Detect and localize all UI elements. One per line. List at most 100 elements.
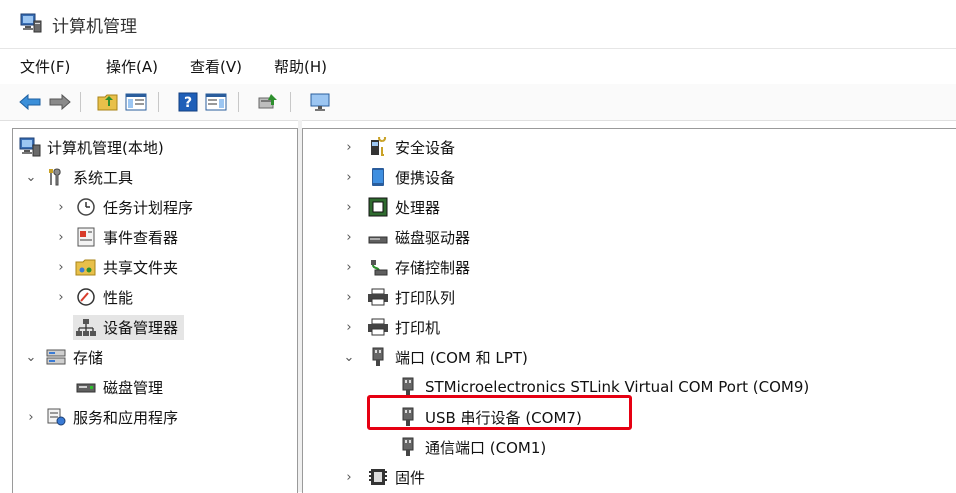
tree-item-performance[interactable]: › 性能 bbox=[53, 283, 133, 311]
folder-up-icon bbox=[97, 94, 118, 111]
tree-label: 系统工具 bbox=[73, 168, 134, 187]
tree-item-shared-folders[interactable]: › 共享文件夹 bbox=[53, 253, 178, 281]
port-icon bbox=[402, 377, 414, 396]
device-label: 存储控制器 bbox=[395, 258, 471, 277]
tree-item-system-tools[interactable]: ⌄ 系统工具 bbox=[23, 163, 133, 191]
chevron-right-icon[interactable]: › bbox=[53, 199, 69, 215]
help-icon: ? bbox=[178, 92, 198, 112]
chevron-right-icon[interactable]: › bbox=[53, 229, 69, 245]
forward-button[interactable] bbox=[48, 90, 72, 114]
chevron-right-icon[interactable]: › bbox=[341, 319, 357, 335]
tree-item-event-viewer[interactable]: › 事件查看器 bbox=[53, 223, 178, 251]
tree-item-task-scheduler[interactable]: › 任务计划程序 bbox=[53, 193, 193, 221]
device-category-storage-controllers[interactable]: › 存储控制器 bbox=[341, 253, 470, 281]
device-label: STMicroelectronics STLink Virtual COM Po… bbox=[425, 378, 810, 396]
device-category-ports[interactable]: ⌄ 端口 (COM 和 LPT) bbox=[341, 343, 528, 371]
tree-label: 设备管理器 bbox=[103, 318, 179, 337]
device-category-processors[interactable]: › 处理器 bbox=[341, 193, 440, 221]
printer-icon bbox=[368, 318, 388, 336]
device-category-print-queues[interactable]: › 打印队列 bbox=[341, 283, 455, 311]
tree-label: 存储 bbox=[73, 348, 104, 367]
show-hide-tree-button[interactable] bbox=[124, 90, 148, 114]
tree-label: 性能 bbox=[103, 288, 134, 307]
device-manager-icon bbox=[76, 319, 96, 336]
console-tree-icon bbox=[125, 93, 147, 111]
help-button[interactable]: ? bbox=[176, 90, 200, 114]
tree-item-root[interactable]: 计算机管理(本地) bbox=[19, 133, 164, 161]
computer-management-icon bbox=[19, 137, 41, 157]
chevron-right-icon[interactable]: › bbox=[341, 259, 357, 275]
toolbar: ? bbox=[0, 84, 956, 121]
storage-controller-icon bbox=[371, 260, 388, 276]
computer-management-icon bbox=[20, 13, 42, 33]
window-title: 计算机管理 bbox=[52, 17, 137, 37]
scan-hardware-button[interactable] bbox=[256, 90, 280, 114]
device-label: 打印机 bbox=[395, 318, 441, 337]
console-tree-pane: 计算机管理(本地) ⌄ 系统工具 › 任务计划程序 › 事件查看器 › 共享文件… bbox=[12, 128, 298, 493]
chevron-right-icon[interactable]: › bbox=[53, 259, 69, 275]
back-button[interactable] bbox=[18, 90, 42, 114]
tree-label: 事件查看器 bbox=[103, 228, 179, 247]
tree-item-storage[interactable]: ⌄ 存储 bbox=[23, 343, 103, 371]
shared-folder-icon bbox=[75, 259, 96, 276]
tools-icon bbox=[49, 168, 61, 186]
performance-gauge-icon bbox=[77, 288, 95, 306]
tree-label: 磁盘管理 bbox=[103, 378, 164, 397]
chevron-right-icon[interactable]: › bbox=[341, 169, 357, 185]
toolbar-separator bbox=[290, 92, 291, 112]
chevron-right-icon[interactable]: › bbox=[341, 229, 357, 245]
device-label: 磁盘驱动器 bbox=[395, 228, 471, 247]
monitor-icon bbox=[310, 93, 330, 111]
processor-icon bbox=[368, 197, 388, 217]
disk-drive-icon bbox=[368, 236, 388, 244]
action-pane-button[interactable] bbox=[204, 90, 228, 114]
device-category-printers[interactable]: › 打印机 bbox=[341, 313, 440, 341]
toolbar-separator bbox=[238, 92, 239, 112]
toolbar-separator bbox=[80, 92, 81, 112]
clock-icon bbox=[77, 198, 95, 216]
tree-item-disk-management[interactable]: 磁盘管理 bbox=[75, 373, 163, 401]
device-category-firmware[interactable]: › 固件 bbox=[341, 463, 425, 491]
device-category-security[interactable]: › 安全设备 bbox=[341, 133, 455, 161]
tree-label: 计算机管理(本地) bbox=[47, 138, 164, 157]
print-queue-icon bbox=[368, 288, 388, 306]
device-label: 便携设备 bbox=[395, 168, 456, 187]
chevron-right-icon[interactable]: › bbox=[53, 289, 69, 305]
device-label: 端口 (COM 和 LPT) bbox=[395, 348, 528, 367]
selected-highlight: 设备管理器 bbox=[73, 314, 185, 340]
security-device-icon bbox=[371, 137, 387, 156]
forward-arrow-icon bbox=[49, 94, 71, 110]
device-category-disk-drives[interactable]: › 磁盘驱动器 bbox=[341, 223, 470, 251]
up-level-button[interactable] bbox=[96, 90, 120, 114]
chevron-right-icon[interactable]: › bbox=[341, 139, 357, 155]
portable-device-icon bbox=[372, 168, 384, 186]
scan-hardware-icon bbox=[258, 94, 277, 109]
chevron-right-icon[interactable]: › bbox=[341, 199, 357, 215]
svg-text:?: ? bbox=[184, 95, 192, 111]
menu-action[interactable]: 操作(A) bbox=[106, 56, 158, 77]
chevron-down-icon[interactable]: ⌄ bbox=[23, 349, 39, 365]
device-label: 通信端口 (COM1) bbox=[425, 438, 547, 457]
chevron-right-icon[interactable]: › bbox=[341, 469, 357, 485]
device-category-portable[interactable]: › 便携设备 bbox=[341, 163, 455, 191]
tree-item-services-apps[interactable]: › 服务和应用程序 bbox=[23, 403, 178, 431]
chevron-down-icon[interactable]: ⌄ bbox=[23, 169, 39, 185]
back-arrow-icon bbox=[19, 94, 41, 110]
menu-view[interactable]: 查看(V) bbox=[190, 56, 242, 77]
device-list-pane: › 安全设备 › 便携设备 › 处理器 › 磁盘驱动器 › 存储控制器 › 打印… bbox=[302, 128, 956, 493]
chevron-down-icon[interactable]: ⌄ bbox=[341, 349, 357, 365]
chevron-right-icon[interactable]: › bbox=[23, 409, 39, 425]
menu-help[interactable]: 帮助(H) bbox=[274, 56, 327, 77]
tree-item-device-manager[interactable]: 设备管理器 bbox=[73, 313, 185, 341]
action-pane-icon bbox=[205, 93, 227, 111]
menu-bar: 文件(F) 操作(A) 查看(V) 帮助(H) bbox=[0, 50, 956, 80]
chevron-right-icon[interactable]: › bbox=[341, 289, 357, 305]
tree-label: 共享文件夹 bbox=[103, 258, 179, 277]
annotation-highlight-box bbox=[367, 395, 632, 430]
properties-button[interactable] bbox=[308, 90, 332, 114]
port-item-comm[interactable]: 通信端口 (COM1) bbox=[397, 433, 546, 461]
device-label: 处理器 bbox=[395, 198, 441, 217]
menu-file[interactable]: 文件(F) bbox=[20, 56, 70, 77]
firmware-icon bbox=[369, 469, 387, 485]
device-label: 安全设备 bbox=[395, 138, 456, 157]
